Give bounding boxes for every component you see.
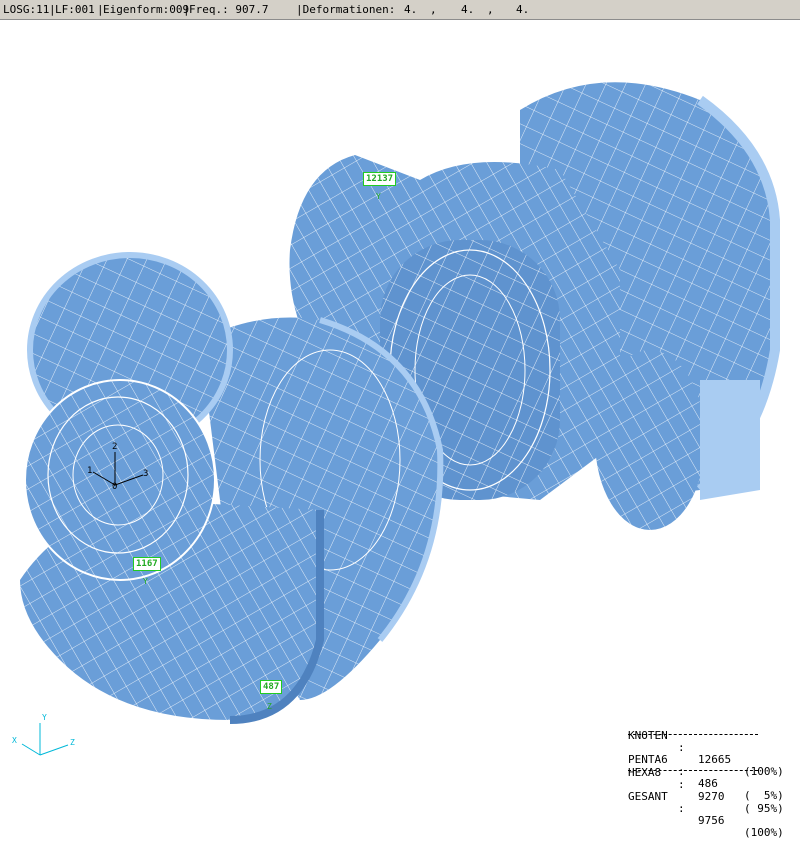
- stats-gesamt: GESANT : 9756 (100%): [628, 790, 784, 839]
- global-axis-z: Z: [70, 738, 75, 747]
- stats-divider: [628, 770, 758, 771]
- freq-label: Freq.: 907.7: [189, 3, 269, 16]
- deformation-x: 4.: [404, 3, 418, 16]
- deformation-sep: ,: [430, 3, 437, 16]
- stats-knoten: KNOTEN : 12665 (100%): [628, 729, 784, 778]
- stats-divider: [628, 734, 758, 735]
- stats-hexa8: HEXA8 : 9270 ( 95%): [628, 766, 784, 815]
- node-1167-axis: Y: [143, 577, 148, 586]
- local-axis-origin: 0: [112, 482, 118, 492]
- eigenform-label: Eigenform:009: [103, 3, 190, 16]
- local-axis-2: 2: [112, 442, 118, 452]
- front-shaft-end: [24, 252, 233, 581]
- node-tag-12137[interactable]: 12137: [363, 172, 397, 186]
- deformation-y: 4.: [461, 3, 475, 16]
- deformation-label: |Deformationen:: [296, 3, 396, 16]
- losg-label: LOSG:11: [3, 3, 50, 16]
- node-487-axis: Z: [267, 702, 272, 711]
- deformation-sep: ,: [487, 3, 494, 16]
- local-axis-1: 1: [87, 466, 93, 476]
- node-12137-axis: Y: [376, 192, 381, 201]
- deformation-z: 4.: [516, 3, 530, 16]
- status-header: LOSG:11 | LF:001 | Eigenform:009 | Freq.…: [0, 0, 800, 20]
- lf-label: LF:001: [55, 3, 95, 16]
- crankshaft-mesh[interactable]: [0, 20, 800, 800]
- local-axis-3: 3: [143, 469, 149, 479]
- global-axis-triad: [21, 723, 69, 756]
- stats-penta6: PENTA6 : 486 ( 5%): [628, 753, 784, 802]
- global-axis-x: X: [12, 736, 17, 745]
- node-tag-487[interactable]: 487: [260, 680, 283, 694]
- global-axis-y: Y: [42, 713, 47, 722]
- node-tag-1167[interactable]: 1167: [133, 557, 161, 571]
- fe-viewport[interactable]: 2 1 3 0 12137 Y 1167 Y 487 Z Y X Z KNOTE…: [0, 20, 800, 839]
